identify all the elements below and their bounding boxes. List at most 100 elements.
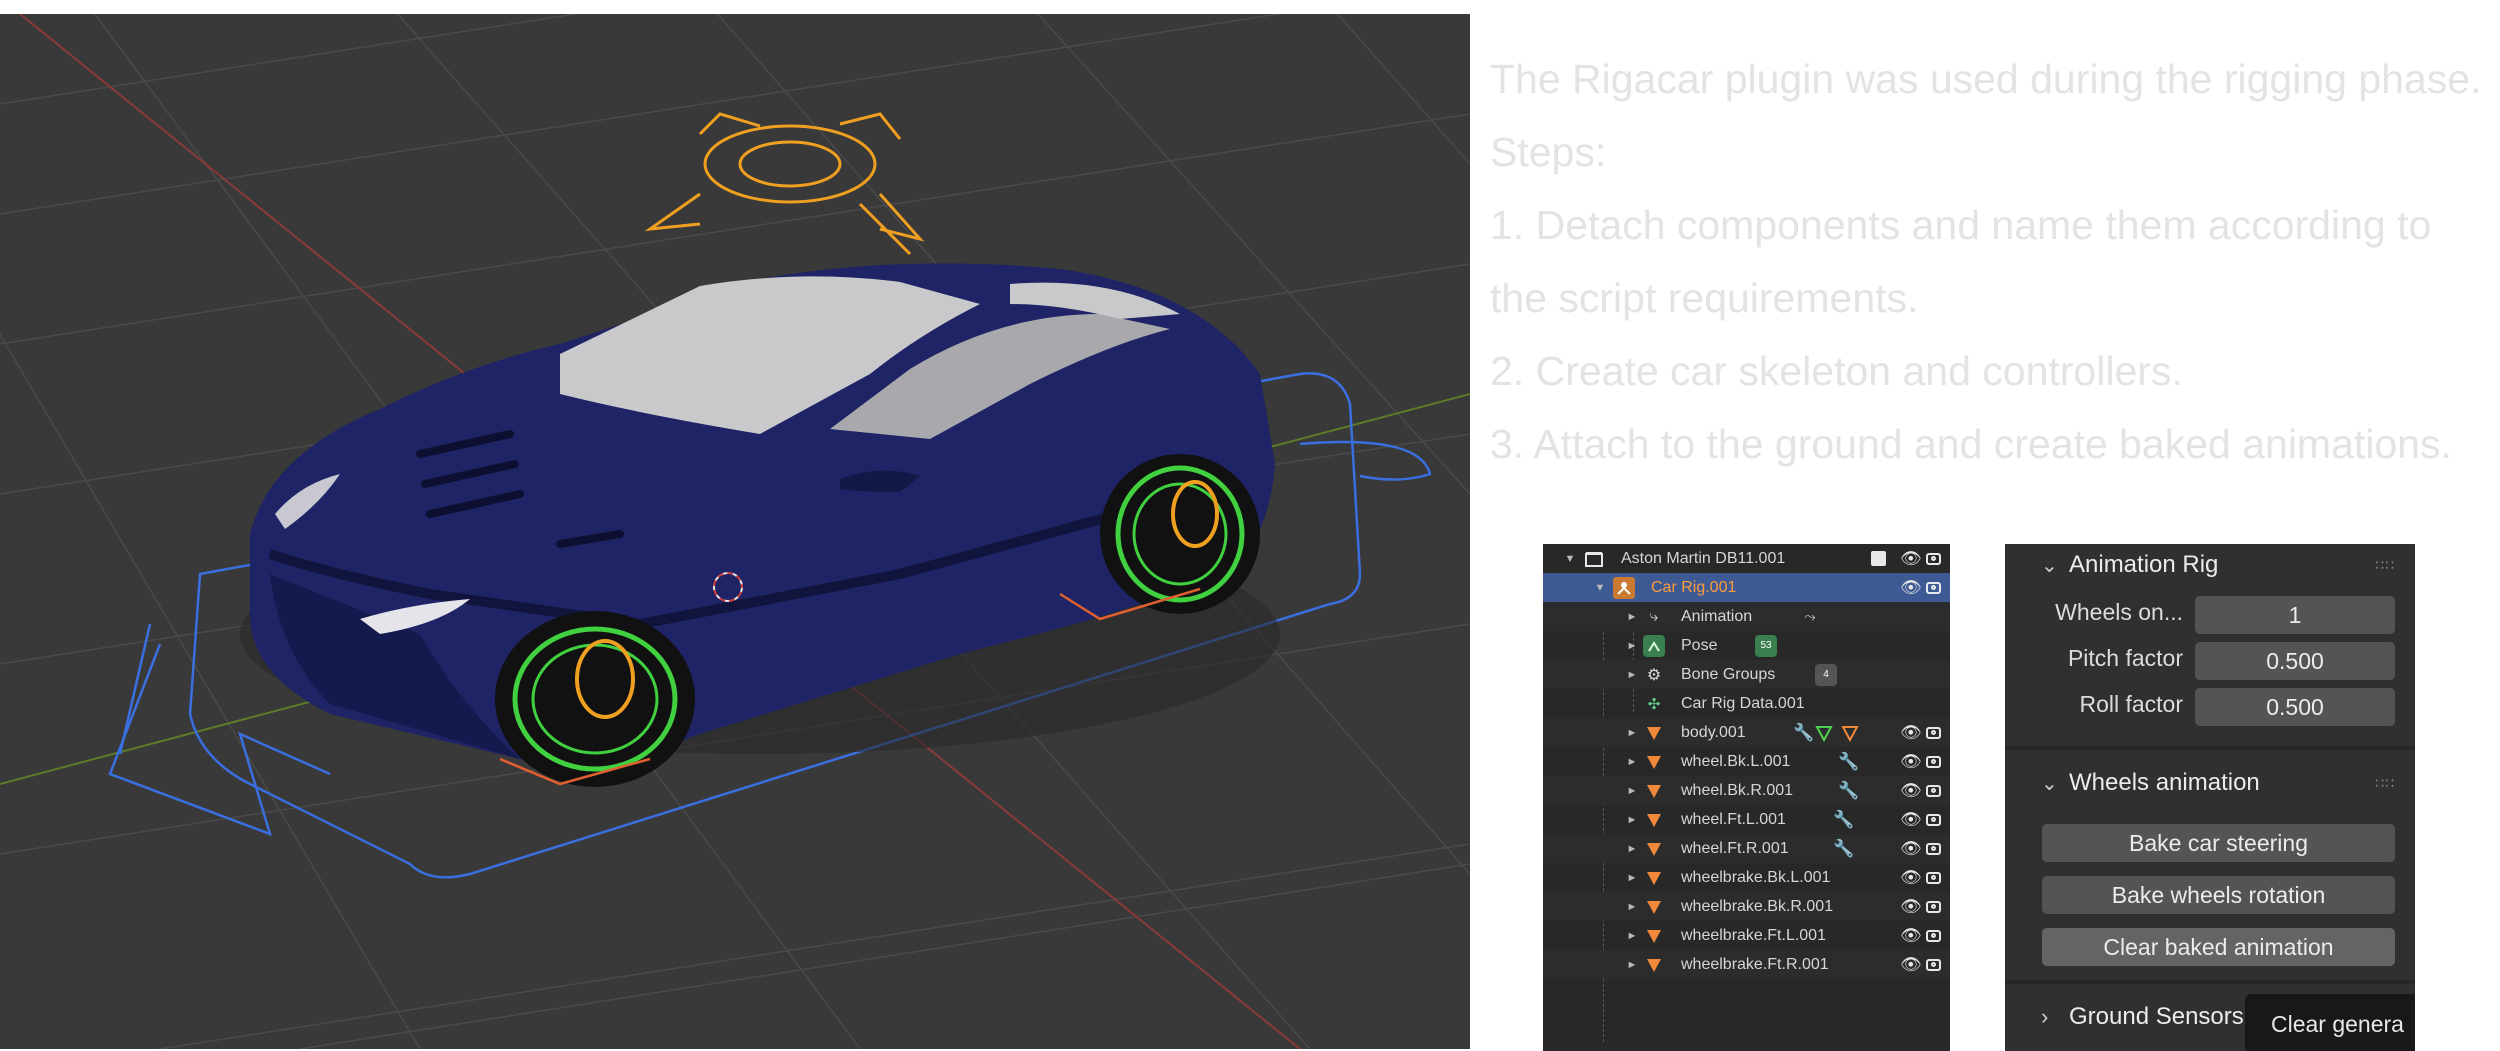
visibility-eye-icon[interactable]: 👁 [1900,955,1922,975]
mesh-name: wheel.Ft.R.001 [1681,839,1789,857]
tooltip-text: Clear genera [2271,1010,2404,1037]
drag-handle-icon[interactable]: ∷∷ [2375,557,2395,574]
visibility-eye-icon[interactable]: 👁 [1900,926,1922,946]
collapse-triangle-icon[interactable]: ▼ [1593,582,1607,594]
rigacar-properties-panel[interactable]: ⌄ Animation Rig ∷∷ Wheels on... 1 Pitch … [2005,544,2415,1051]
mesh-object-icon [1643,954,1665,976]
bone-groups-icon: ⚙ [1646,666,1662,684]
description-line: The Rigacar plugin was used during the r… [1490,56,2482,102]
outliner-row-mesh[interactable]: ► wheelbrake.Bk.L.001 👁 [1543,863,1950,892]
expand-triangle-icon[interactable]: ► [1625,785,1639,797]
mesh-name: wheel.Ft.L.001 [1681,810,1786,828]
outliner-row-mesh[interactable]: ► wheel.Ft.R.001 🔧 👁 [1543,834,1950,863]
wheels-on-field[interactable]: 1 [2195,596,2395,634]
outliner-row-collection[interactable]: ▼ Aston Martin DB11.001 👁 [1543,544,1950,573]
visibility-eye-icon[interactable]: 👁 [1900,723,1922,743]
chevron-right-icon[interactable]: › [2041,1004,2048,1030]
rear-wheel [1100,454,1260,614]
modifier-wrench-icon[interactable]: 🔧 [1833,810,1854,830]
render-camera-icon[interactable] [1926,900,1941,913]
outliner-row-mesh[interactable]: ► wheel.Bk.L.001 🔧 👁 [1543,747,1950,776]
outliner-row-bone-groups[interactable]: ► ⚙ Bone Groups 4 [1543,660,1950,689]
collapse-triangle-icon[interactable]: ▼ [1563,553,1577,565]
expand-triangle-icon[interactable]: ► [1625,843,1639,855]
render-camera-icon[interactable] [1926,842,1941,855]
pitch-factor-label: Pitch factor [2067,645,2183,671]
animation-rig-header[interactable]: ⌄ Animation Rig ∷∷ [2005,544,2415,586]
root-controller-gizmo[interactable] [644,112,925,256]
outliner-row-mesh[interactable]: ► body.001 🔧 👁 [1543,718,1950,747]
mesh-object-icon [1643,925,1665,947]
bone-group-count-badge: 4 [1815,663,1837,686]
wheels-animation-title: Wheels animation [2069,769,2260,796]
viewport-scene [0,14,1470,1049]
mesh-object-icon [1643,867,1665,889]
render-camera-icon[interactable] [1926,958,1941,971]
expand-triangle-icon[interactable]: ► [1625,814,1639,826]
wheels-animation-header[interactable]: ⌄ Wheels animation ∷∷ [2005,762,2415,804]
3d-viewport[interactable] [0,14,1470,1049]
outliner-row-mesh[interactable]: ► wheelbrake.Bk.R.001 👁 [1543,892,1950,921]
outliner-row-pose[interactable]: ► Pose 53 [1543,631,1950,660]
outliner-row-animation[interactable]: ► ⤷ Animation ⤳ [1543,602,1950,631]
render-camera-icon[interactable] [1926,871,1941,884]
roll-factor-label: Roll factor [2079,691,2183,717]
tooltip: Clear genera [2245,994,2415,1051]
modifier-wrench-icon[interactable]: 🔧 [1838,752,1859,772]
modifier-wrench-icon[interactable]: 🔧 [1833,839,1854,859]
render-camera-icon[interactable] [1926,581,1941,594]
exclude-checkbox[interactable] [1871,551,1886,566]
modifier-wrench-icon[interactable]: 🔧 [1793,723,1814,743]
animation-rig-title: Animation Rig [2069,551,2219,578]
render-camera-icon[interactable] [1926,552,1941,565]
outliner-row-mesh[interactable]: ► wheelbrake.Ft.R.001 👁 [1543,950,1950,979]
mesh-name: body.001 [1681,723,1746,741]
render-camera-icon[interactable] [1926,726,1941,739]
action-link-icon: ⤳ [1804,608,1816,624]
panel-divider [2005,980,2415,984]
mesh-object-icon [1643,751,1665,773]
bake-wheels-rotation-button[interactable]: Bake wheels rotation [2042,876,2395,914]
mesh-object-icon [1643,838,1665,860]
outliner-panel[interactable]: ▼ Aston Martin DB11.001 👁 ▼ Car Rig.001 … [1543,544,1950,1051]
pitch-factor-field[interactable]: 0.500 [2195,642,2395,680]
clear-baked-animation-button[interactable]: Clear baked animation [2042,928,2395,966]
description-line: the script requirements. [1490,275,1919,321]
expand-triangle-icon[interactable]: ► [1625,959,1639,971]
outliner-row-mesh[interactable]: ► wheelbrake.Ft.L.001 👁 [1543,921,1950,950]
panel-divider [2005,746,2415,750]
roll-factor-field[interactable]: 0.500 [2195,688,2395,726]
visibility-eye-icon[interactable]: 👁 [1900,578,1922,598]
visibility-eye-icon[interactable]: 👁 [1900,752,1922,772]
visibility-eye-icon[interactable]: 👁 [1900,868,1922,888]
modifier-wrench-icon[interactable]: 🔧 [1838,781,1859,801]
visibility-eye-icon[interactable]: 👁 [1900,781,1922,801]
render-camera-icon[interactable] [1926,929,1941,942]
expand-triangle-icon[interactable]: ► [1625,669,1639,681]
drag-handle-icon[interactable]: ∷∷ [2375,775,2395,792]
expand-triangle-icon[interactable]: ► [1625,756,1639,768]
render-camera-icon[interactable] [1926,755,1941,768]
render-camera-icon[interactable] [1926,784,1941,797]
outliner-row-car-rig[interactable]: ▼ Car Rig.001 👁 [1543,573,1950,602]
expand-triangle-icon[interactable]: ► [1625,872,1639,884]
expand-triangle-icon[interactable]: ► [1625,727,1639,739]
bake-car-steering-button[interactable]: Bake car steering [2042,824,2395,862]
mesh-object-icon [1643,722,1665,744]
render-camera-icon[interactable] [1926,813,1941,826]
chevron-down-icon[interactable]: ⌄ [2041,553,2058,578]
expand-triangle-icon[interactable]: ► [1625,901,1639,913]
visibility-eye-icon[interactable]: 👁 [1900,897,1922,917]
outliner-row-rig-data[interactable]: ✣ Car Rig Data.001 [1543,689,1950,718]
visibility-eye-icon[interactable]: 👁 [1900,810,1922,830]
expand-triangle-icon[interactable]: ► [1625,611,1639,623]
outliner-row-mesh[interactable]: ► wheel.Ft.L.001 🔧 👁 [1543,805,1950,834]
visibility-eye-icon[interactable]: 👁 [1900,549,1922,569]
outliner-row-mesh[interactable]: ► wheel.Bk.R.001 🔧 👁 [1543,776,1950,805]
expand-triangle-icon[interactable]: ► [1625,640,1639,652]
description-line: Steps: [1490,129,1607,175]
chevron-down-icon[interactable]: ⌄ [2041,771,2058,796]
expand-triangle-icon[interactable]: ► [1625,930,1639,942]
visibility-eye-icon[interactable]: 👁 [1900,839,1922,859]
mesh-data-icon [1813,722,1835,744]
